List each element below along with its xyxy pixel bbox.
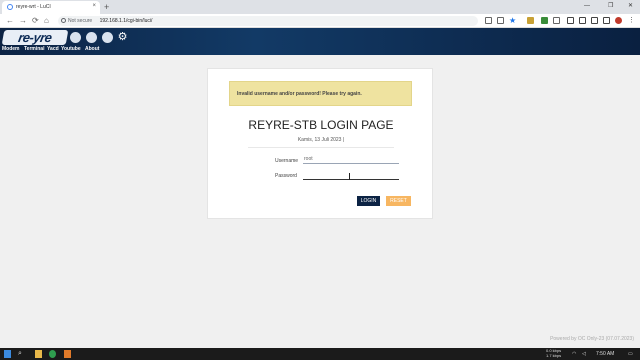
key-icon[interactable]	[485, 17, 492, 24]
clock[interactable]: 7:50 AM	[596, 351, 614, 357]
error-alert: Invalid username and/or password! Please…	[229, 81, 412, 106]
search-icon[interactable]: ⌕	[18, 350, 25, 358]
browser-toolbar: ← → ⟳ ⌂ Not secure 192.168.1.1/cgi-bin/l…	[0, 14, 640, 28]
window-close-button[interactable]: ✕	[628, 0, 633, 13]
wifi-icon[interactable]: ◠	[572, 351, 576, 357]
powered-by-text: Powered by OC Only-23 (07.07.2023)	[550, 336, 634, 342]
extension-icon[interactable]	[553, 17, 560, 24]
browser-tab[interactable]: reyre-wrt - LuCI ×	[2, 1, 100, 14]
reset-button[interactable]: RESET	[386, 196, 411, 206]
maximize-button[interactable]: ❐	[608, 0, 613, 13]
notification-icon[interactable]: ▭	[628, 351, 633, 357]
luci-header: re-yre ⚙ Modem Terminal Yacd Youtube Abo…	[0, 28, 640, 55]
menu-terminal[interactable]: Terminal	[24, 46, 44, 52]
login-card: Invalid username and/or password! Please…	[207, 68, 433, 219]
menu-youtube[interactable]: Youtube	[61, 46, 81, 52]
tab-title: reyre-wrt - LuCI	[16, 4, 51, 10]
windows-start-icon[interactable]	[4, 350, 11, 358]
volume-icon[interactable]: ◁	[582, 351, 586, 357]
menu-yacd[interactable]: Yacd	[47, 46, 59, 52]
bookmark-star-icon[interactable]: ★	[509, 17, 516, 25]
favicon-icon	[7, 4, 13, 10]
puzzle-icon[interactable]	[591, 17, 598, 24]
forward-button[interactable]: →	[19, 15, 27, 27]
password-field[interactable]	[303, 171, 399, 180]
clash-icon[interactable]	[102, 32, 113, 43]
menu-modem[interactable]: Modem	[2, 46, 20, 52]
page-title: REYRE-STB LOGIN PAGE	[248, 118, 394, 132]
info-icon[interactable]	[61, 18, 66, 23]
sidebar-icon[interactable]	[603, 17, 610, 24]
back-button[interactable]: ←	[6, 15, 14, 27]
avatar[interactable]	[615, 17, 622, 24]
extension-icon[interactable]	[579, 17, 586, 24]
minimize-button[interactable]: —	[584, 0, 590, 13]
browser-tab-bar: reyre-wrt - LuCI × + — ❐ ✕	[0, 0, 640, 14]
logo[interactable]: re-yre	[1, 30, 69, 45]
address-bar[interactable]: Not secure 192.168.1.1/cgi-bin/luci/	[58, 16, 478, 26]
text-cursor	[349, 173, 350, 180]
terminal-icon[interactable]	[86, 32, 97, 43]
gear-icon[interactable]: ⚙	[117, 32, 128, 43]
share-icon[interactable]	[497, 17, 504, 24]
login-button[interactable]: LOGIN	[357, 196, 380, 206]
username-field[interactable]	[303, 155, 399, 164]
file-explorer-icon[interactable]	[35, 350, 42, 358]
app-icon[interactable]	[64, 350, 71, 358]
extension-icon[interactable]	[527, 17, 534, 24]
home-button[interactable]: ⌂	[44, 15, 49, 27]
date-label: Kamis, 13 Juli 2023 |	[297, 137, 345, 143]
menu-about[interactable]: About	[85, 46, 99, 52]
extension-icon[interactable]	[541, 17, 548, 24]
menu-icon[interactable]: ⋮	[628, 17, 635, 24]
reload-button[interactable]: ⟳	[32, 15, 39, 27]
extension-icon[interactable]	[567, 17, 574, 24]
new-tab-button[interactable]: +	[104, 1, 109, 13]
modem-icon[interactable]	[70, 32, 81, 43]
net-upload-speed: 1.7 kbps	[546, 353, 562, 358]
username-label: Username	[275, 158, 299, 164]
taskbar: ⌕ 0.0 kbps 1.7 kbps ◠ ◁ 7:50 AM ▭	[0, 348, 640, 360]
url-text: 192.168.1.1/cgi-bin/luci/	[99, 18, 153, 24]
security-label: Not secure	[68, 18, 93, 24]
tab-close-button[interactable]: ×	[92, 3, 96, 9]
divider	[248, 147, 394, 148]
password-label: Password	[275, 173, 297, 179]
chrome-icon[interactable]	[49, 350, 56, 358]
